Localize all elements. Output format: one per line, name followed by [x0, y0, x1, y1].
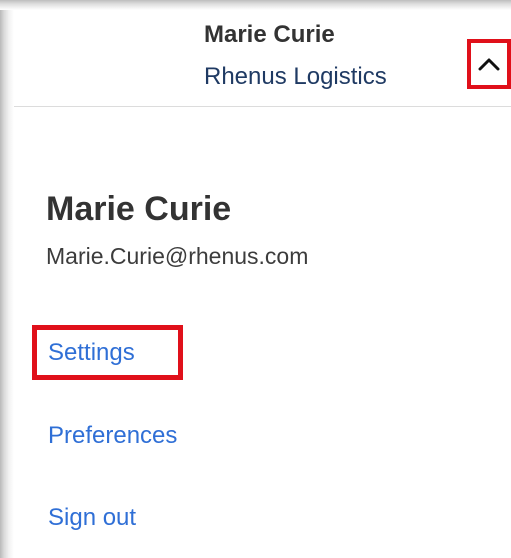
chevron-up-icon [478, 58, 500, 71]
shadow-edge-top [0, 0, 511, 10]
shadow-edge-left [0, 0, 14, 558]
header-company-name: Rhenus Logistics [204, 63, 387, 90]
collapse-menu-button[interactable] [467, 39, 511, 89]
profile-name: Marie Curie [46, 190, 232, 228]
preferences-link[interactable]: Preferences [48, 422, 177, 450]
settings-link-label: Settings [48, 338, 135, 366]
account-header[interactable]: Marie Curie Rhenus Logistics [14, 10, 511, 107]
account-dropdown-screenshot: Marie Curie Rhenus Logistics Marie Curie… [0, 0, 511, 558]
profile-email: Marie.Curie@rhenus.com [46, 243, 309, 269]
settings-link[interactable]: Settings [32, 325, 183, 380]
account-menu-panel: Marie Curie Rhenus Logistics Marie Curie… [14, 10, 511, 558]
header-user-name: Marie Curie [204, 21, 335, 48]
sign-out-link[interactable]: Sign out [48, 504, 136, 532]
